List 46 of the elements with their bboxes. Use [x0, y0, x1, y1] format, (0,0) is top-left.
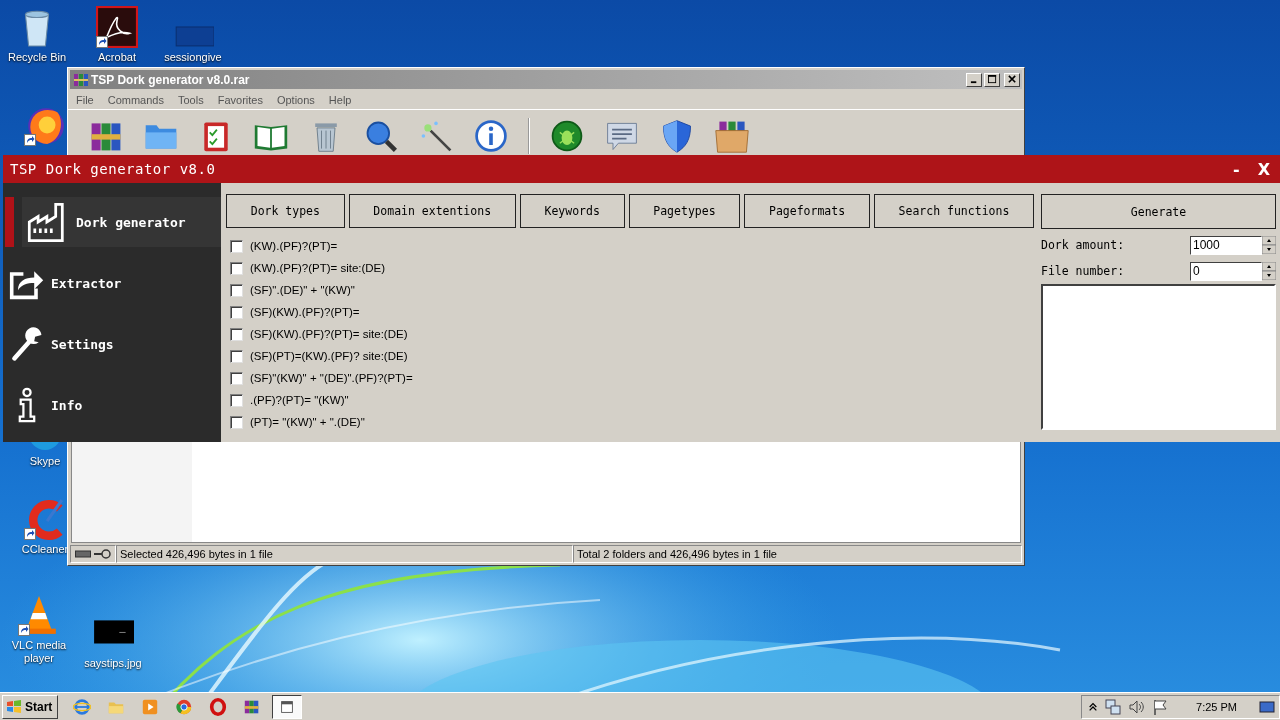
checkbox-label[interactable]: (SF)".(DE)" + "(KW)" [250, 284, 355, 296]
tab-button[interactable]: Pagetypes [628, 194, 741, 228]
menu-item[interactable]: Options [276, 94, 315, 106]
checkbox-label[interactable]: (SF)(KW).(PF)?(PT)= site:(DE) [250, 328, 408, 340]
icon-label: Recycle Bin [7, 51, 67, 64]
sidebar-item[interactable]: Extractor [3, 258, 221, 308]
icon-label: VLC media player [10, 639, 68, 665]
checkbox-label[interactable]: (KW).(PF)?(PT)= [250, 240, 338, 252]
generate-button[interactable]: Generate [1041, 194, 1276, 229]
icon-label: sessiongive [164, 51, 222, 64]
window-title: TSP Dork generator v8.0 [10, 161, 217, 177]
sidebar-item[interactable]: Settings [3, 319, 221, 369]
icon-label: Skype [29, 455, 61, 468]
start-button[interactable]: Start [2, 695, 59, 719]
status-text: Selected 426,496 bytes in 1 file [116, 545, 573, 563]
number-field[interactable]: 0 [1190, 261, 1262, 281]
menu-item[interactable]: Help [328, 94, 352, 106]
checkbox-label[interactable]: (SF)(PT)=(KW).(PF)? site:(DE) [250, 350, 408, 362]
field-label: Dork amount: [1041, 238, 1125, 252]
sidebar-item[interactable]: Dork generator [5, 197, 221, 247]
clock[interactable]: 7:25 PM [1196, 701, 1237, 713]
checkbox-label[interactable]: (PT)= "(KW)" + ".(DE)" [250, 416, 365, 428]
icon-label: Acrobat [98, 51, 136, 64]
menu-item[interactable]: Commands [107, 94, 164, 106]
checkbox-label[interactable]: (KW).(PF)?(PT)= site:(DE) [250, 262, 386, 274]
start-label: Start [25, 700, 53, 714]
menu-item[interactable]: Favorites [217, 94, 263, 106]
checkbox-label[interactable]: .(PF)?(PT)= "(KW)" [250, 394, 349, 406]
tab-button[interactable]: Search functions [873, 194, 1035, 228]
sidebar-item[interactable]: Info [3, 380, 221, 430]
icon-label: CCleaner [21, 543, 69, 556]
checkbox-label[interactable]: (SF)(KW).(PF)?(PT)= [250, 306, 360, 318]
status-text: Total 2 folders and 426,496 bytes in 1 file [573, 545, 1022, 563]
number-field[interactable]: 1000 [1190, 235, 1262, 255]
tab-button[interactable]: Dork types [226, 194, 345, 228]
window-title: TSP Dork generator v8.0.rar [91, 72, 251, 87]
menu-item[interactable]: Tools [178, 94, 204, 106]
minimize-button[interactable]: - [1225, 159, 1248, 179]
icon-label: saystips.jpg [84, 657, 142, 670]
menu-item[interactable]: File [76, 94, 94, 106]
field-label: File number: [1041, 264, 1125, 278]
tab-button[interactable]: Domain extentions [348, 194, 516, 228]
tab-button[interactable]: Pageformats [744, 194, 870, 228]
checkbox-label[interactable]: (SF)"(KW)" + "(DE)".(PF)?(PT)= [250, 372, 413, 384]
close-button[interactable]: X [1249, 159, 1278, 179]
tab-button[interactable]: Keywords [519, 194, 625, 228]
